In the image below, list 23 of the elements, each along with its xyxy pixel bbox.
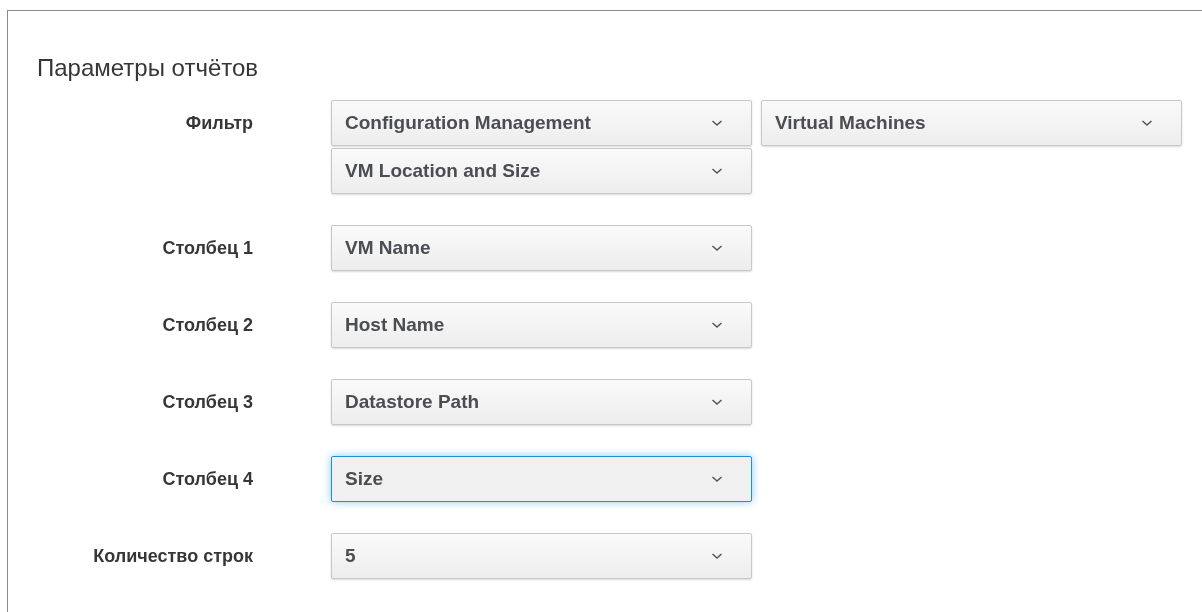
dropdown-select[interactable]: Datastore Path [331, 379, 752, 425]
field-label: Столбец 4 [162, 467, 253, 491]
dropdown-select[interactable]: 5 [331, 533, 752, 579]
chevron-down-icon [711, 398, 723, 406]
chevron-down-icon [711, 244, 723, 252]
dropdown-select[interactable]: VM Location and Size [331, 148, 752, 194]
dropdown-select[interactable]: Virtual Machines [761, 100, 1182, 146]
field-label: Фильтр [185, 111, 253, 135]
field-label: Столбец 3 [162, 390, 253, 414]
chevron-down-icon [711, 321, 723, 329]
dropdown-select[interactable]: Host Name [331, 302, 752, 348]
dropdown-select[interactable]: Size [331, 456, 752, 502]
dropdown-select[interactable]: Configuration Management [331, 100, 752, 146]
panel-title: Параметры отчётов [37, 53, 259, 83]
field-label: Столбец 2 [162, 313, 253, 337]
chevron-down-icon [711, 119, 723, 127]
dropdown-select[interactable]: VM Name [331, 225, 752, 271]
chevron-down-icon [1141, 119, 1153, 127]
chevron-down-icon [711, 552, 723, 560]
field-label: Количество строк [93, 544, 253, 568]
chevron-down-icon [711, 167, 723, 175]
field-label: Столбец 1 [162, 236, 253, 260]
chevron-down-icon [711, 475, 723, 483]
